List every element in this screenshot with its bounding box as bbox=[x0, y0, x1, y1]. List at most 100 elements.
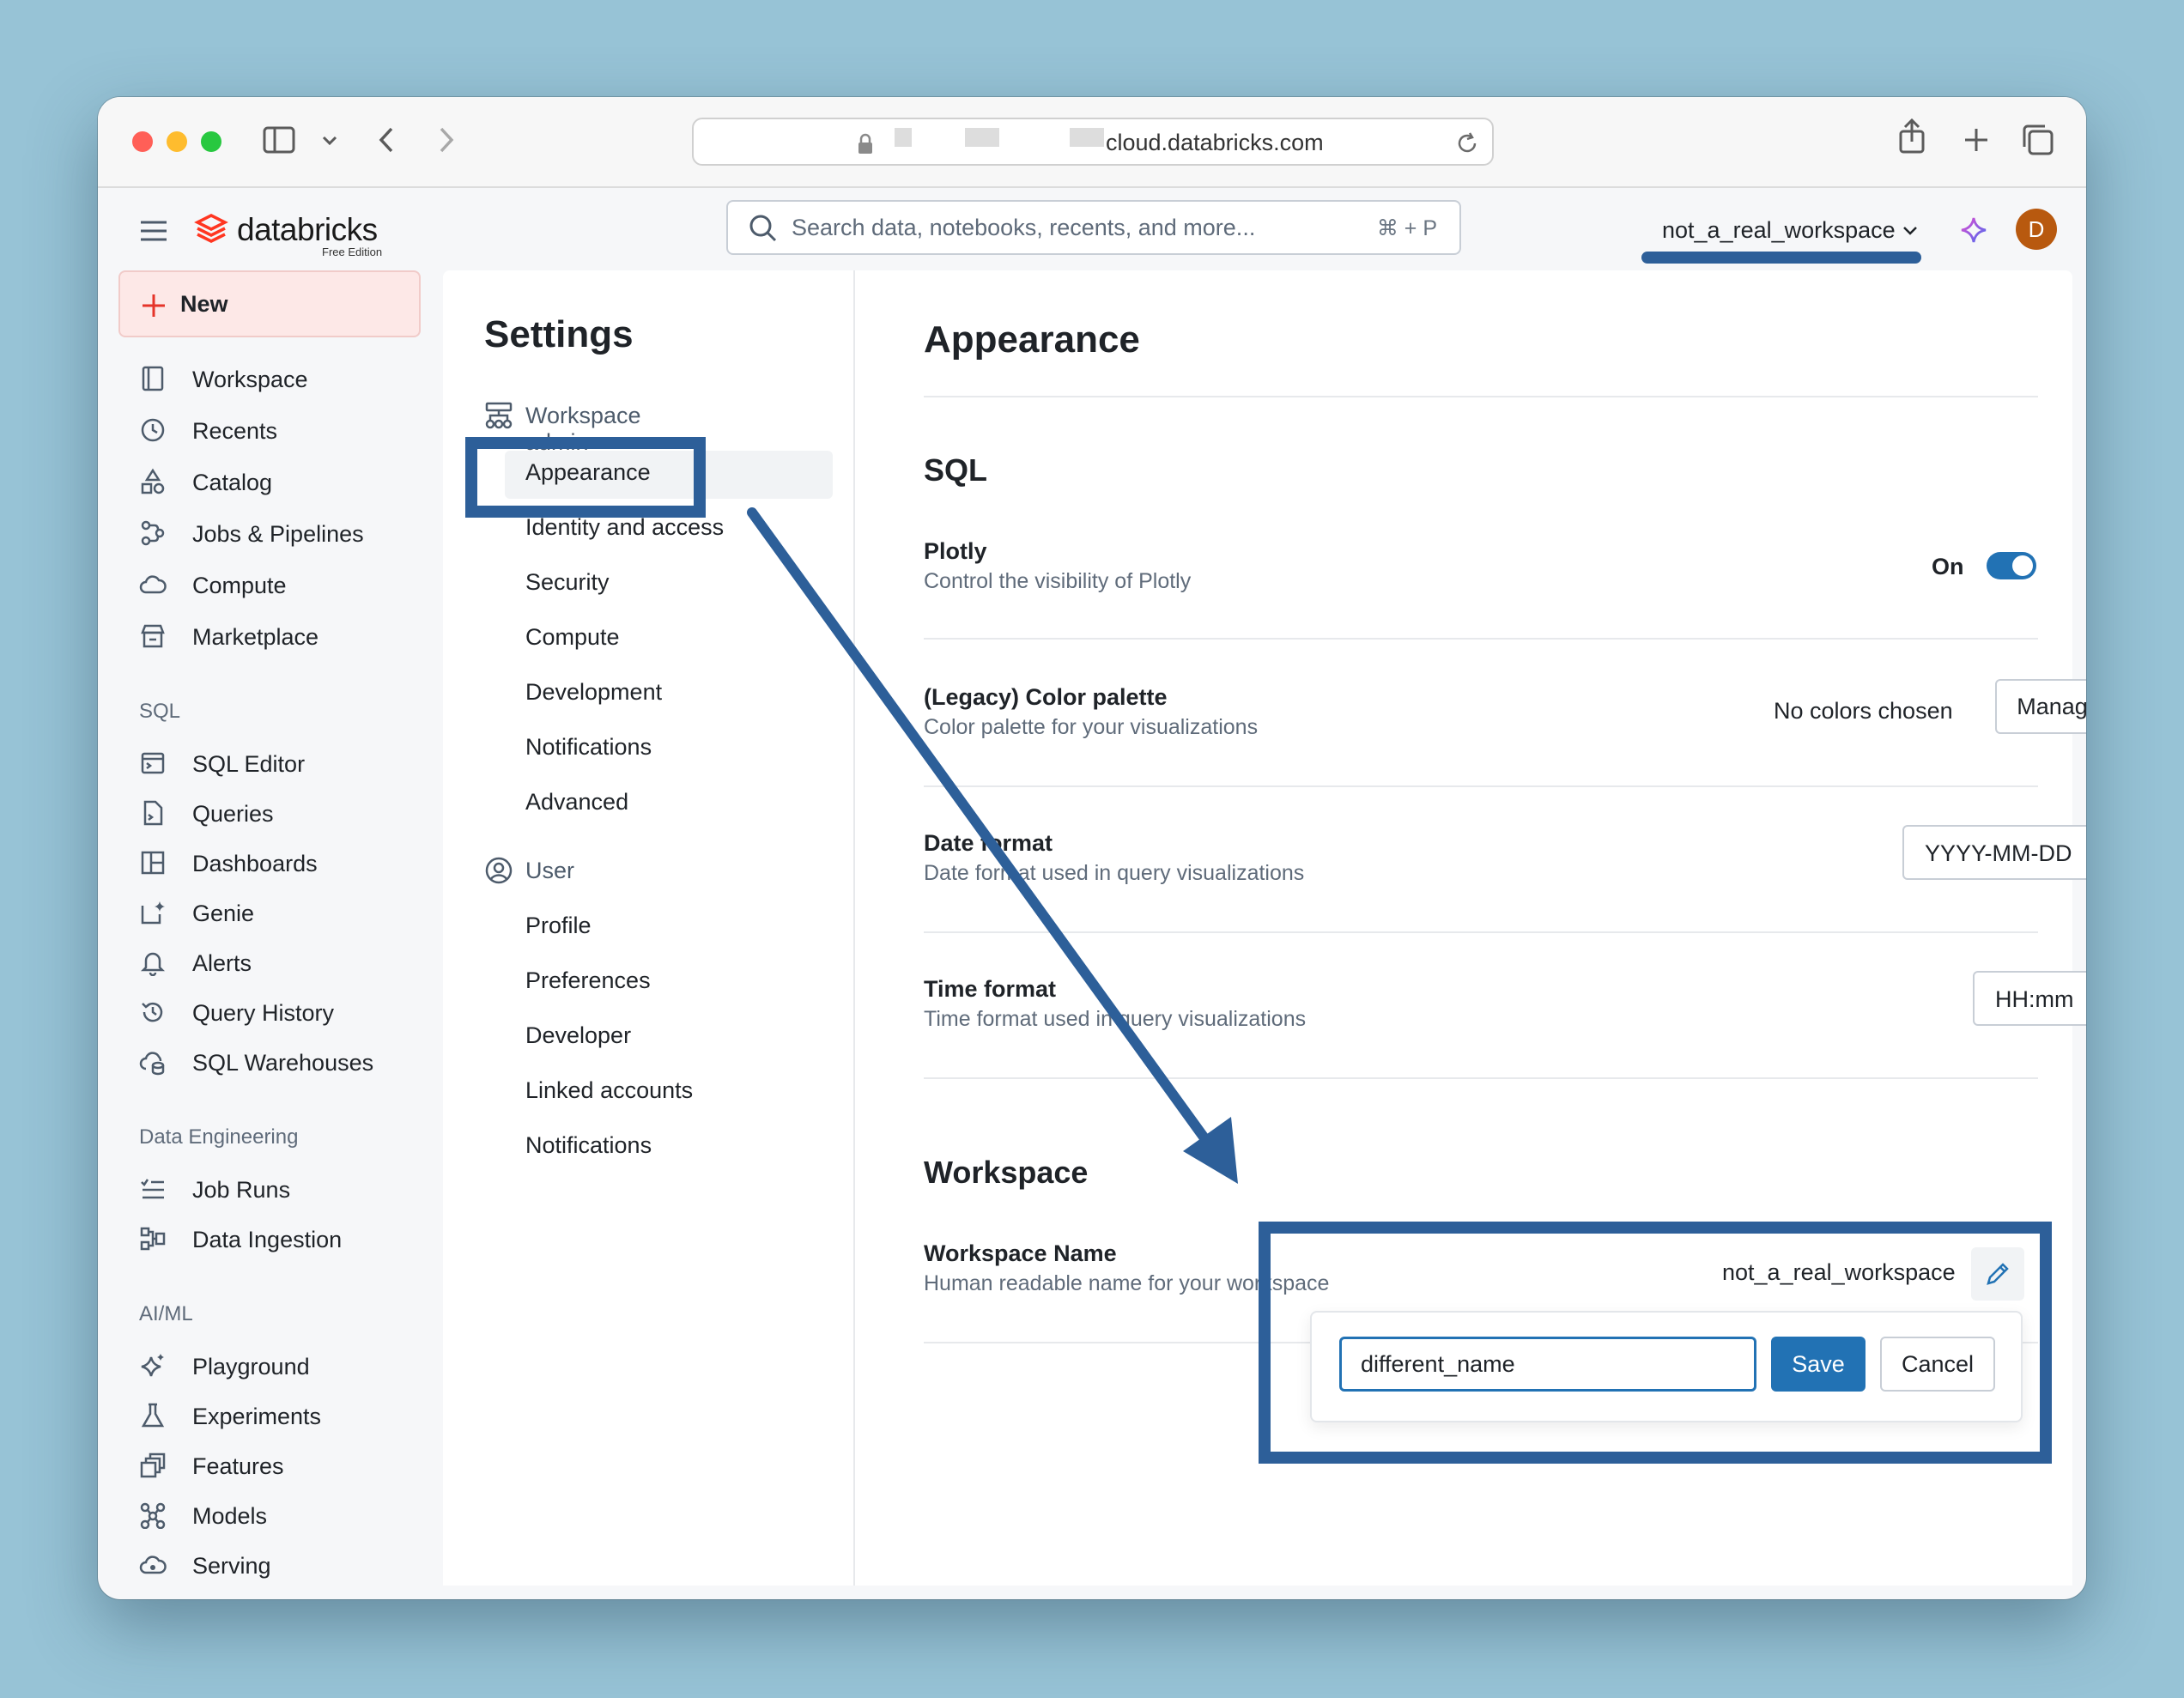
workspace-switcher[interactable]: not_a_real_workspace bbox=[1662, 212, 1920, 250]
databricks-logo-text[interactable]: databricks bbox=[237, 212, 378, 248]
sidebar-item-dashboards[interactable]: Dashboards bbox=[139, 844, 414, 882]
time-format-select[interactable]: HH:mm bbox=[1973, 971, 2086, 1026]
settings-item-advanced[interactable]: Advanced bbox=[525, 789, 628, 816]
search-shortcut-hint: ⌘ + P bbox=[1376, 216, 1437, 240]
workflow-icon bbox=[141, 520, 165, 546]
settings-item-notifications[interactable]: Notifications bbox=[525, 734, 652, 761]
section-title-workspace: Workspace bbox=[924, 1155, 1089, 1190]
date-format-title: Date format bbox=[924, 830, 1053, 856]
new-tab-plus-icon[interactable] bbox=[1963, 126, 1990, 154]
sidebar-item-label: Query History bbox=[192, 1000, 335, 1026]
divider bbox=[924, 396, 2038, 397]
sidebar-item-job-runs[interactable]: Job Runs bbox=[139, 1170, 414, 1208]
address-bar[interactable]: cloud.databricks.com bbox=[692, 118, 1494, 166]
sparkle-icon bbox=[141, 1354, 164, 1377]
sidebar-item-playground[interactable]: Playground bbox=[139, 1347, 414, 1385]
flask-icon bbox=[141, 1403, 165, 1428]
sidebar-item-label: Compute bbox=[192, 573, 287, 598]
plus-icon bbox=[143, 294, 165, 317]
settings-item-developer[interactable]: Developer bbox=[525, 1022, 631, 1049]
sidebar-item-compute[interactable]: Compute bbox=[139, 566, 414, 603]
query-file-icon bbox=[143, 800, 163, 826]
tab-overview-icon[interactable] bbox=[2021, 123, 2055, 157]
sidebar-item-workspace[interactable]: Workspace bbox=[139, 360, 414, 397]
search-icon bbox=[749, 215, 777, 242]
color-palette-description: Color palette for your visualizations bbox=[924, 715, 1259, 739]
forward-arrow-icon[interactable] bbox=[436, 125, 457, 155]
workspace-switcher-label: not_a_real_workspace bbox=[1662, 217, 1896, 243]
history-icon bbox=[142, 1002, 163, 1022]
user-avatar[interactable]: D bbox=[2016, 209, 2057, 250]
sidebar-item-label: Queries bbox=[192, 801, 274, 827]
sidebar-item-data-ingestion[interactable]: Data Ingestion bbox=[139, 1220, 414, 1258]
redacted-block bbox=[965, 128, 999, 147]
sidebar-item-sql-warehouses[interactable]: SQL Warehouses bbox=[139, 1043, 414, 1081]
time-format-value: HH:mm bbox=[1995, 986, 2074, 1012]
divider bbox=[924, 931, 2038, 933]
sidebar-item-catalog[interactable]: Catalog bbox=[139, 463, 414, 500]
close-window-button[interactable] bbox=[132, 131, 153, 152]
date-format-select[interactable]: YYYY-MM-DD bbox=[1902, 825, 2086, 880]
sidebar-item-label: Marketplace bbox=[192, 624, 319, 650]
url-text: cloud.databricks.com bbox=[1106, 130, 1324, 155]
settings-group-label: User bbox=[525, 858, 575, 883]
catalog-icon bbox=[141, 468, 165, 494]
settings-item-development[interactable]: Development bbox=[525, 679, 662, 706]
ingestion-icon bbox=[140, 1227, 166, 1251]
sidebar-item-label: SQL Warehouses bbox=[192, 1050, 374, 1076]
sidebar-item-recents[interactable]: Recents bbox=[139, 411, 414, 449]
global-search-input[interactable]: Search data, notebooks, recents, and mor… bbox=[726, 200, 1461, 255]
settings-item-security[interactable]: Security bbox=[525, 569, 610, 596]
assistant-sparkle-icon[interactable] bbox=[1959, 215, 1988, 245]
new-button[interactable]: New bbox=[118, 270, 421, 337]
maximize-window-button[interactable] bbox=[201, 131, 221, 152]
sidebar-item-features[interactable]: Features bbox=[139, 1446, 414, 1484]
settings-item-compute[interactable]: Compute bbox=[525, 624, 620, 651]
chevron-down-icon[interactable] bbox=[321, 135, 338, 147]
settings-item-profile[interactable]: Profile bbox=[525, 913, 592, 939]
sidebar-item-label: Dashboards bbox=[192, 851, 318, 876]
back-arrow-icon[interactable] bbox=[376, 125, 397, 155]
plotly-title: Plotly bbox=[924, 538, 987, 564]
settings-item-user-notifications[interactable]: Notifications bbox=[525, 1132, 652, 1159]
user-circle-icon bbox=[485, 857, 513, 884]
settings-item-preferences[interactable]: Preferences bbox=[525, 967, 651, 994]
sidebar-item-genie[interactable]: Genie bbox=[139, 894, 414, 931]
bell-icon bbox=[140, 952, 166, 976]
plotly-toggle[interactable] bbox=[1987, 552, 2036, 579]
sidebar-item-label: Genie bbox=[192, 901, 255, 926]
redacted-block bbox=[895, 128, 912, 147]
sql-editor-icon bbox=[141, 752, 165, 774]
share-icon[interactable] bbox=[1897, 118, 1926, 155]
divider bbox=[924, 785, 2038, 787]
annotation-box-workspace-name bbox=[1259, 1222, 2052, 1464]
hamburger-menu-icon[interactable] bbox=[139, 219, 168, 243]
sidebar-item-query-history[interactable]: Query History bbox=[139, 993, 414, 1031]
sidebar-item-serving[interactable]: Serving bbox=[139, 1546, 414, 1584]
color-palette-title: (Legacy) Color palette bbox=[924, 684, 1168, 710]
sidebar-toggle-icon[interactable] bbox=[263, 125, 297, 155]
sidebar-item-label: Alerts bbox=[192, 950, 252, 976]
sidebar-item-jobs-pipelines[interactable]: Jobs & Pipelines bbox=[139, 514, 414, 552]
settings-item-identity-access[interactable]: Identity and access bbox=[525, 514, 724, 541]
sidebar-item-marketplace[interactable]: Marketplace bbox=[139, 617, 414, 655]
manage-colors-button[interactable]: Manage bbox=[1995, 679, 2086, 734]
sidebar-item-label: Job Runs bbox=[192, 1177, 291, 1203]
time-format-title: Time format bbox=[924, 976, 1057, 1002]
search-placeholder: Search data, notebooks, recents, and mor… bbox=[792, 215, 1256, 240]
minimize-window-button[interactable] bbox=[167, 131, 187, 152]
sidebar-item-experiments[interactable]: Experiments bbox=[139, 1397, 414, 1434]
sidebar-item-models[interactable]: Models bbox=[139, 1496, 414, 1534]
reload-icon[interactable] bbox=[1456, 131, 1478, 155]
sidebar-item-alerts[interactable]: Alerts bbox=[139, 943, 414, 981]
settings-item-linked-accounts[interactable]: Linked accounts bbox=[525, 1077, 693, 1104]
sidebar-item-label: SQL Editor bbox=[192, 751, 306, 777]
annotation-box-appearance bbox=[465, 437, 706, 518]
sidebar-item-sql-editor[interactable]: SQL Editor bbox=[139, 744, 414, 782]
sidebar-item-queries[interactable]: Queries bbox=[139, 794, 414, 832]
color-palette-value: No colors chosen bbox=[1774, 698, 1953, 724]
genie-icon bbox=[141, 901, 165, 925]
databricks-logo-icon[interactable] bbox=[194, 212, 228, 246]
browser-toolbar: cloud.databricks.com bbox=[98, 97, 2086, 188]
workspace-admin-icon bbox=[485, 402, 513, 429]
